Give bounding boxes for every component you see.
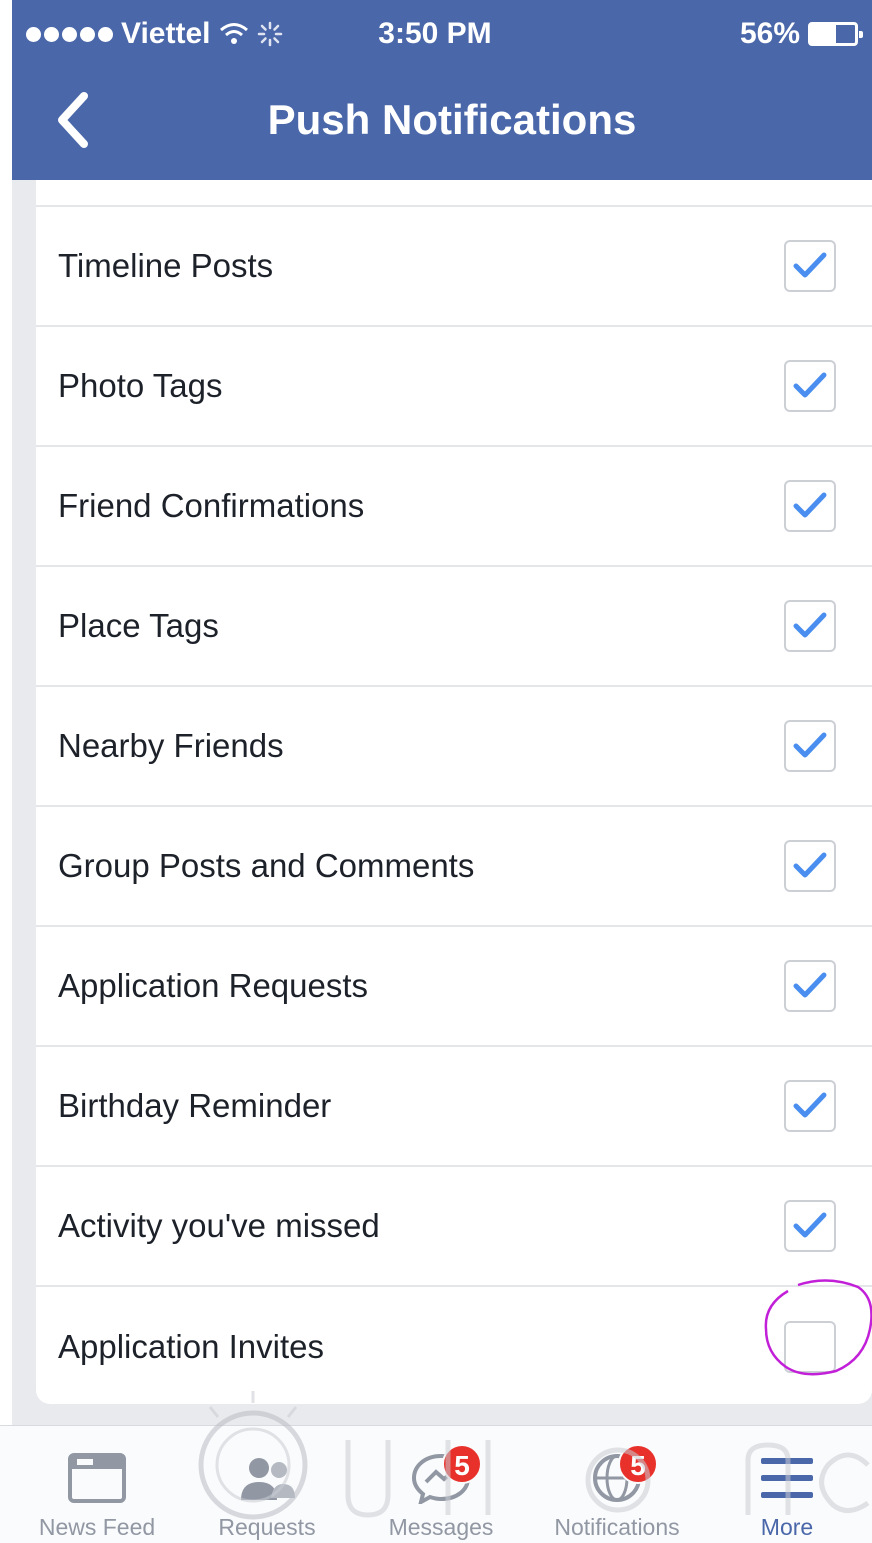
setting-label: Timeline Posts	[58, 247, 274, 284]
setting-label: Photo Tags	[58, 367, 223, 404]
setting-row[interactable]: Timeline Posts	[36, 207, 872, 327]
checkmark-icon	[793, 852, 827, 878]
setting-row[interactable]: Application Requests	[36, 927, 872, 1047]
nav-bar: Push Notifications	[12, 68, 872, 172]
tab-label: News Feed	[38, 1514, 156, 1540]
setting-checkbox[interactable]	[784, 960, 836, 1012]
setting-row[interactable]: Application Invites	[36, 1279, 872, 1404]
content-area: Timeline Posts Photo Tags Friend Confirmat…	[12, 180, 872, 1425]
setting-checkbox[interactable]	[784, 840, 836, 892]
header: Viettel 3:50 PM 56% Push Notifications	[12, 0, 872, 180]
checkmark-icon	[793, 972, 827, 998]
status-bar: Viettel 3:50 PM 56%	[12, 0, 872, 68]
tab-notifications[interactable]: 5 Notifications	[532, 1426, 702, 1543]
tab-label: Messages	[388, 1514, 494, 1540]
setting-checkbox[interactable]	[784, 240, 836, 292]
friend-requests-icon	[241, 1458, 295, 1500]
battery-fill	[811, 25, 836, 43]
setting-row[interactable]: Activity you've missed	[36, 1167, 872, 1287]
checkmark-icon	[793, 612, 827, 638]
setting-checkbox[interactable]	[784, 1200, 836, 1252]
setting-row[interactable]: Nearby Friends	[36, 687, 872, 807]
setting-checkbox[interactable]	[784, 1080, 836, 1132]
tab-label: More	[760, 1514, 814, 1540]
status-right: 56%	[739, 14, 863, 54]
tab-label: Notifications	[554, 1514, 680, 1540]
setting-row[interactable]: Friend Confirmations	[36, 447, 872, 567]
setting-label: Nearby Friends	[58, 727, 284, 764]
news-feed-icon	[68, 1453, 126, 1503]
tab-requests[interactable]: Requests	[182, 1426, 352, 1543]
setting-checkbox[interactable]	[784, 480, 836, 532]
setting-label: Application Invites	[58, 1328, 324, 1365]
setting-checkbox[interactable]	[784, 360, 836, 412]
settings-list[interactable]: Timeline Posts Photo Tags Friend Confirmat…	[36, 180, 872, 1404]
chevron-left-icon	[58, 92, 88, 148]
tab-messages[interactable]: 5 Messages	[356, 1426, 526, 1543]
setting-row[interactable]: Birthday Reminder	[36, 1047, 872, 1167]
setting-row[interactable]: Place Tags	[36, 567, 872, 687]
battery-percent: 56%	[739, 17, 800, 50]
checkmark-icon	[793, 252, 827, 278]
checkmark-icon	[793, 372, 827, 398]
page-title: Push Notifications	[267, 96, 637, 143]
setting-row[interactable]: Group Posts and Comments	[36, 807, 872, 927]
setting-checkbox[interactable]	[784, 600, 836, 652]
setting-label: Friend Confirmations	[58, 487, 365, 524]
notifications-badge: 5	[618, 1444, 658, 1484]
checkmark-icon	[793, 492, 827, 518]
tab-news-feed[interactable]: News Feed	[12, 1426, 182, 1543]
tab-more[interactable]: More	[702, 1426, 872, 1543]
battery-icon	[808, 22, 863, 46]
menu-icon	[761, 1458, 813, 1498]
tab-label: Requests	[218, 1514, 316, 1540]
setting-row[interactable]: Photo Tags	[36, 327, 872, 447]
back-button[interactable]	[40, 82, 104, 158]
setting-label: Application Requests	[58, 967, 369, 1004]
setting-label: Group Posts and Comments	[58, 847, 475, 884]
setting-checkbox[interactable]	[784, 720, 836, 772]
setting-checkbox[interactable]	[784, 1321, 836, 1373]
app-window: Viettel 3:50 PM 56% Push Notifications T…	[0, 0, 872, 1543]
setting-label: Birthday Reminder	[58, 1087, 332, 1124]
messages-badge: 5	[442, 1444, 482, 1484]
setting-label: Place Tags	[58, 607, 219, 644]
checkmark-icon	[793, 732, 827, 758]
setting-label: Activity you've missed	[58, 1207, 380, 1244]
list-top-divider	[36, 180, 872, 207]
checkmark-icon	[793, 1092, 827, 1118]
tab-bar: News Feed Requests 5 Messages 5 Notifica…	[0, 1425, 872, 1543]
checkmark-icon	[793, 1212, 827, 1238]
